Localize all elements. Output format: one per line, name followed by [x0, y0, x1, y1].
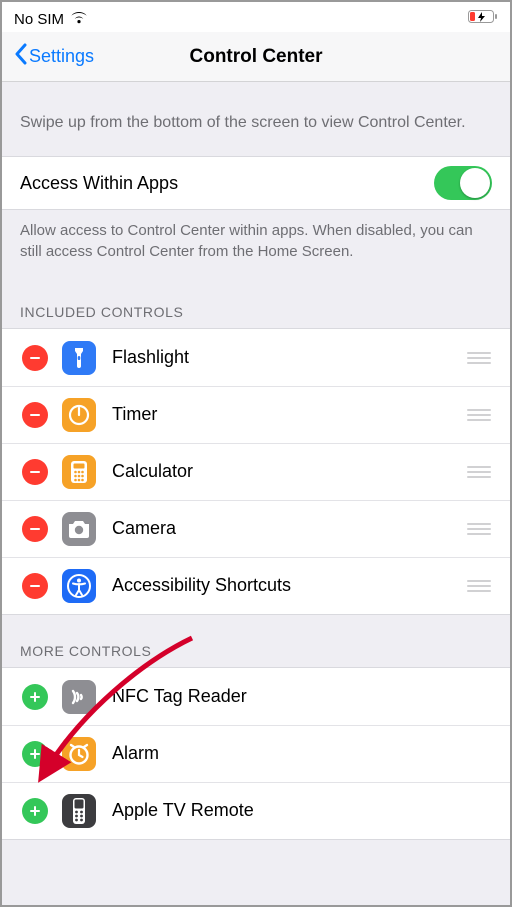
row-label: Calculator — [112, 461, 466, 482]
battery-icon — [468, 10, 498, 28]
row-label: Alarm — [112, 743, 492, 764]
included-section-header: INCLUDED CONTROLS — [2, 276, 510, 328]
row-label: Flashlight — [112, 347, 466, 368]
add-appletv-button[interactable] — [22, 798, 48, 824]
chevron-left-icon — [14, 43, 27, 70]
remove-accessibility-button[interactable] — [22, 573, 48, 599]
remove-timer-button[interactable] — [22, 402, 48, 428]
row-timer: Timer — [2, 386, 510, 443]
calculator-icon — [62, 455, 96, 489]
flashlight-icon — [62, 341, 96, 375]
row-nfc: NFC Tag Reader — [2, 668, 510, 725]
nav-bar: Settings Control Center — [2, 32, 510, 82]
status-bar: No SIM — [2, 2, 510, 32]
camera-icon — [62, 512, 96, 546]
access-within-apps-row: Access Within Apps — [2, 157, 510, 209]
intro-hint: Swipe up from the bottom of the screen t… — [2, 82, 510, 156]
access-label: Access Within Apps — [20, 173, 434, 194]
reorder-handle[interactable] — [466, 580, 492, 592]
remove-calculator-button[interactable] — [22, 459, 48, 485]
reorder-handle[interactable] — [466, 409, 492, 421]
accessibility-icon — [62, 569, 96, 603]
remove-camera-button[interactable] — [22, 516, 48, 542]
included-list: Flashlight Timer — [2, 328, 510, 615]
remove-flashlight-button[interactable] — [22, 345, 48, 371]
back-label: Settings — [29, 46, 94, 67]
row-label: NFC Tag Reader — [112, 686, 492, 707]
nfc-icon — [62, 680, 96, 714]
row-calculator: Calculator — [2, 443, 510, 500]
row-accessibility: Accessibility Shortcuts — [2, 557, 510, 614]
access-subhint: Allow access to Control Center within ap… — [2, 210, 510, 276]
more-list: NFC Tag Reader Alarm App — [2, 667, 510, 840]
row-label: Apple TV Remote — [112, 800, 492, 821]
row-label: Accessibility Shortcuts — [112, 575, 466, 596]
reorder-handle[interactable] — [466, 523, 492, 535]
appletv-remote-icon — [62, 794, 96, 828]
add-nfc-button[interactable] — [22, 684, 48, 710]
add-alarm-button[interactable] — [22, 741, 48, 767]
row-label: Camera — [112, 518, 466, 539]
access-toggle[interactable] — [434, 166, 492, 200]
back-button[interactable]: Settings — [14, 43, 94, 70]
row-alarm: Alarm — [2, 725, 510, 782]
row-flashlight: Flashlight — [2, 329, 510, 386]
reorder-handle[interactable] — [466, 352, 492, 364]
row-camera: Camera — [2, 500, 510, 557]
wifi-icon — [70, 11, 88, 28]
row-appletv: Apple TV Remote — [2, 782, 510, 839]
timer-icon — [62, 398, 96, 432]
row-label: Timer — [112, 404, 466, 425]
carrier-label: No SIM — [14, 11, 64, 28]
more-section-header: MORE CONTROLS — [2, 615, 510, 667]
alarm-icon — [62, 737, 96, 771]
reorder-handle[interactable] — [466, 466, 492, 478]
